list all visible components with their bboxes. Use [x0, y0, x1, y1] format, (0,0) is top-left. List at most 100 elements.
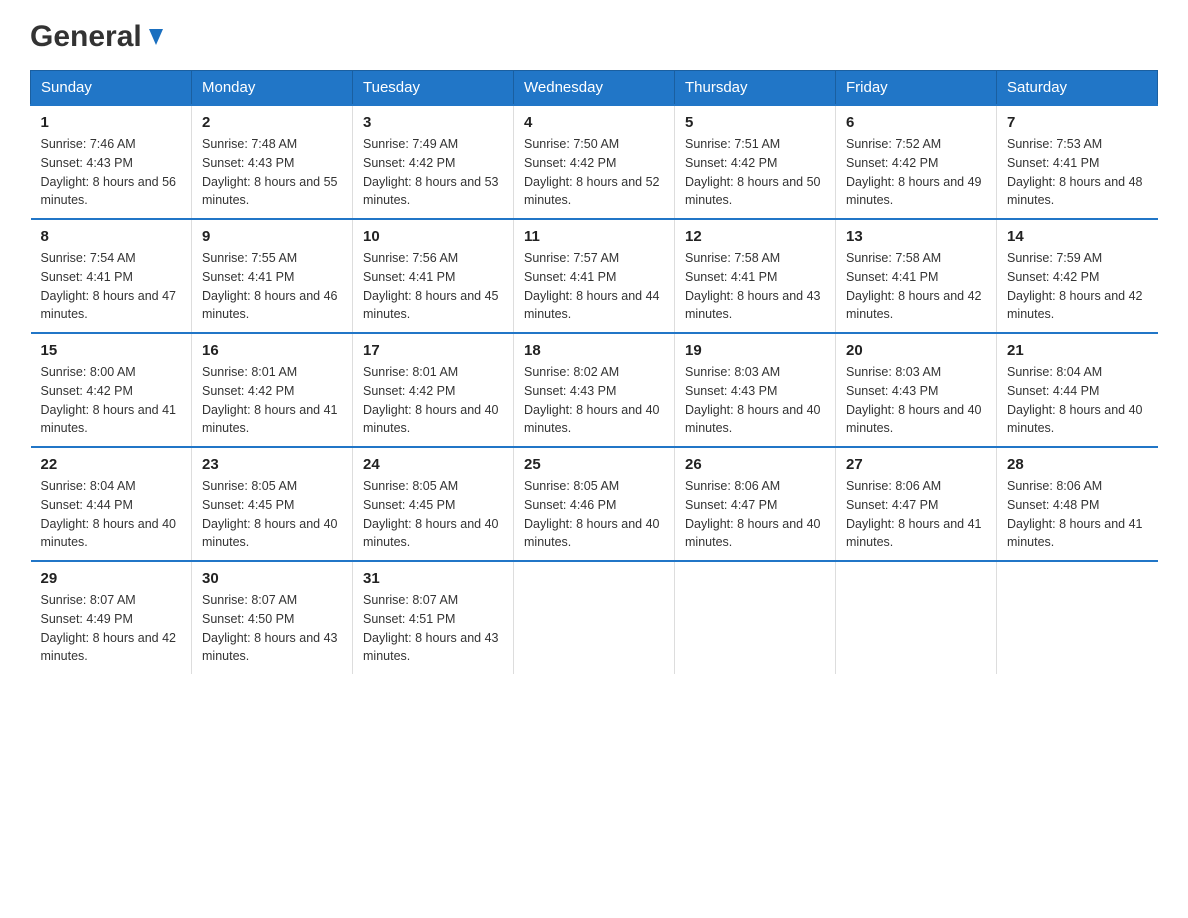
header-wednesday: Wednesday	[514, 71, 675, 106]
day-number: 30	[202, 570, 342, 587]
day-number: 8	[41, 228, 182, 245]
day-info: Sunrise: 8:05 AMSunset: 4:45 PMDaylight:…	[363, 477, 503, 552]
day-info: Sunrise: 7:55 AMSunset: 4:41 PMDaylight:…	[202, 249, 342, 324]
day-number: 26	[685, 456, 825, 473]
day-info: Sunrise: 8:04 AMSunset: 4:44 PMDaylight:…	[41, 477, 182, 552]
calendar-cell: 1 Sunrise: 7:46 AMSunset: 4:43 PMDaylight…	[31, 105, 192, 219]
day-info: Sunrise: 7:48 AMSunset: 4:43 PMDaylight:…	[202, 135, 342, 210]
calendar-cell: 18 Sunrise: 8:02 AMSunset: 4:43 PMDayligh…	[514, 333, 675, 447]
calendar-cell: 8Sunrise: 7:54 AMSunset: 4:41 PMDaylight…	[31, 219, 192, 333]
day-info: Sunrise: 8:03 AMSunset: 4:43 PMDaylight:…	[685, 363, 825, 438]
day-info: Sunrise: 7:57 AMSunset: 4:41 PMDaylight:…	[524, 249, 664, 324]
page-header: General	[30, 20, 1158, 50]
day-number: 13	[846, 228, 986, 245]
day-number: 6	[846, 114, 986, 131]
day-info: Sunrise: 8:06 AMSunset: 4:47 PMDaylight:…	[685, 477, 825, 552]
calendar-cell: 9 Sunrise: 7:55 AMSunset: 4:41 PMDaylight…	[192, 219, 353, 333]
day-info: Sunrise: 8:00 AMSunset: 4:42 PMDaylight:…	[41, 363, 182, 438]
day-number: 28	[1007, 456, 1148, 473]
day-number: 18	[524, 342, 664, 359]
header-saturday: Saturday	[997, 71, 1158, 106]
calendar-cell: 21 Sunrise: 8:04 AMSunset: 4:44 PMDayligh…	[997, 333, 1158, 447]
day-number: 12	[685, 228, 825, 245]
day-info: Sunrise: 7:58 AMSunset: 4:41 PMDaylight:…	[685, 249, 825, 324]
day-info: Sunrise: 7:56 AMSunset: 4:41 PMDaylight:…	[363, 249, 503, 324]
day-number: 7	[1007, 114, 1148, 131]
day-number: 19	[685, 342, 825, 359]
calendar-cell: 16 Sunrise: 8:01 AMSunset: 4:42 PMDayligh…	[192, 333, 353, 447]
calendar-cell: 7 Sunrise: 7:53 AMSunset: 4:41 PMDaylight…	[997, 105, 1158, 219]
calendar-week-row: 1 Sunrise: 7:46 AMSunset: 4:43 PMDaylight…	[31, 105, 1158, 219]
day-number: 23	[202, 456, 342, 473]
day-info: Sunrise: 8:01 AMSunset: 4:42 PMDaylight:…	[202, 363, 342, 438]
day-info: Sunrise: 7:58 AMSunset: 4:41 PMDaylight:…	[846, 249, 986, 324]
calendar-cell: 12 Sunrise: 7:58 AMSunset: 4:41 PMDayligh…	[675, 219, 836, 333]
day-number: 20	[846, 342, 986, 359]
calendar-cell: 26 Sunrise: 8:06 AMSunset: 4:47 PMDayligh…	[675, 447, 836, 561]
calendar-cell: 27 Sunrise: 8:06 AMSunset: 4:47 PMDayligh…	[836, 447, 997, 561]
day-info: Sunrise: 7:53 AMSunset: 4:41 PMDaylight:…	[1007, 135, 1148, 210]
header-sunday: Sunday	[31, 71, 192, 106]
day-info: Sunrise: 8:04 AMSunset: 4:44 PMDaylight:…	[1007, 363, 1148, 438]
day-info: Sunrise: 8:07 AMSunset: 4:50 PMDaylight:…	[202, 591, 342, 666]
calendar-cell: 4 Sunrise: 7:50 AMSunset: 4:42 PMDaylight…	[514, 105, 675, 219]
day-number: 1	[41, 114, 182, 131]
calendar-cell: 15Sunrise: 8:00 AMSunset: 4:42 PMDayligh…	[31, 333, 192, 447]
logo: General	[30, 20, 167, 50]
calendar-header-row: SundayMondayTuesdayWednesdayThursdayFrid…	[31, 71, 1158, 106]
calendar-week-row: 29Sunrise: 8:07 AMSunset: 4:49 PMDayligh…	[31, 561, 1158, 674]
logo-arrow-icon	[145, 27, 167, 49]
calendar-cell: 20 Sunrise: 8:03 AMSunset: 4:43 PMDayligh…	[836, 333, 997, 447]
calendar-cell: 31 Sunrise: 8:07 AMSunset: 4:51 PMDayligh…	[353, 561, 514, 674]
calendar-cell: 25Sunrise: 8:05 AMSunset: 4:46 PMDayligh…	[514, 447, 675, 561]
calendar-week-row: 15Sunrise: 8:00 AMSunset: 4:42 PMDayligh…	[31, 333, 1158, 447]
day-info: Sunrise: 7:49 AMSunset: 4:42 PMDaylight:…	[363, 135, 503, 210]
day-number: 27	[846, 456, 986, 473]
header-monday: Monday	[192, 71, 353, 106]
calendar-cell: 3 Sunrise: 7:49 AMSunset: 4:42 PMDaylight…	[353, 105, 514, 219]
calendar-cell	[836, 561, 997, 674]
calendar-cell: 17Sunrise: 8:01 AMSunset: 4:42 PMDayligh…	[353, 333, 514, 447]
day-number: 31	[363, 570, 503, 587]
day-number: 5	[685, 114, 825, 131]
day-number: 24	[363, 456, 503, 473]
day-info: Sunrise: 7:46 AMSunset: 4:43 PMDaylight:…	[41, 135, 182, 210]
day-info: Sunrise: 7:52 AMSunset: 4:42 PMDaylight:…	[846, 135, 986, 210]
calendar-cell: 28Sunrise: 8:06 AMSunset: 4:48 PMDayligh…	[997, 447, 1158, 561]
calendar-cell: 22 Sunrise: 8:04 AMSunset: 4:44 PMDayligh…	[31, 447, 192, 561]
day-number: 22	[41, 456, 182, 473]
day-info: Sunrise: 8:01 AMSunset: 4:42 PMDaylight:…	[363, 363, 503, 438]
calendar-cell: 5Sunrise: 7:51 AMSunset: 4:42 PMDaylight…	[675, 105, 836, 219]
day-number: 11	[524, 228, 664, 245]
day-info: Sunrise: 8:05 AMSunset: 4:45 PMDaylight:…	[202, 477, 342, 552]
day-info: Sunrise: 8:06 AMSunset: 4:47 PMDaylight:…	[846, 477, 986, 552]
calendar-cell: 14Sunrise: 7:59 AMSunset: 4:42 PMDayligh…	[997, 219, 1158, 333]
day-info: Sunrise: 8:02 AMSunset: 4:43 PMDaylight:…	[524, 363, 664, 438]
logo-general-text: General	[30, 20, 142, 54]
day-info: Sunrise: 7:59 AMSunset: 4:42 PMDaylight:…	[1007, 249, 1148, 324]
calendar-cell	[997, 561, 1158, 674]
day-info: Sunrise: 8:07 AMSunset: 4:49 PMDaylight:…	[41, 591, 182, 666]
calendar-cell: 30 Sunrise: 8:07 AMSunset: 4:50 PMDayligh…	[192, 561, 353, 674]
calendar-week-row: 22 Sunrise: 8:04 AMSunset: 4:44 PMDayligh…	[31, 447, 1158, 561]
calendar-cell: 13 Sunrise: 7:58 AMSunset: 4:41 PMDayligh…	[836, 219, 997, 333]
calendar-cell: 2Sunrise: 7:48 AMSunset: 4:43 PMDaylight…	[192, 105, 353, 219]
day-number: 3	[363, 114, 503, 131]
day-info: Sunrise: 7:50 AMSunset: 4:42 PMDaylight:…	[524, 135, 664, 210]
day-number: 9	[202, 228, 342, 245]
calendar-cell	[514, 561, 675, 674]
calendar-cell: 10Sunrise: 7:56 AMSunset: 4:41 PMDayligh…	[353, 219, 514, 333]
calendar-cell: 29Sunrise: 8:07 AMSunset: 4:49 PMDayligh…	[31, 561, 192, 674]
day-info: Sunrise: 8:03 AMSunset: 4:43 PMDaylight:…	[846, 363, 986, 438]
day-number: 21	[1007, 342, 1148, 359]
day-number: 16	[202, 342, 342, 359]
calendar-cell: 6 Sunrise: 7:52 AMSunset: 4:42 PMDaylight…	[836, 105, 997, 219]
calendar-table: SundayMondayTuesdayWednesdayThursdayFrid…	[30, 70, 1158, 674]
header-thursday: Thursday	[675, 71, 836, 106]
calendar-cell: 11 Sunrise: 7:57 AMSunset: 4:41 PMDayligh…	[514, 219, 675, 333]
day-info: Sunrise: 8:07 AMSunset: 4:51 PMDaylight:…	[363, 591, 503, 666]
day-number: 4	[524, 114, 664, 131]
header-tuesday: Tuesday	[353, 71, 514, 106]
calendar-week-row: 8Sunrise: 7:54 AMSunset: 4:41 PMDaylight…	[31, 219, 1158, 333]
calendar-cell: 19 Sunrise: 8:03 AMSunset: 4:43 PMDayligh…	[675, 333, 836, 447]
